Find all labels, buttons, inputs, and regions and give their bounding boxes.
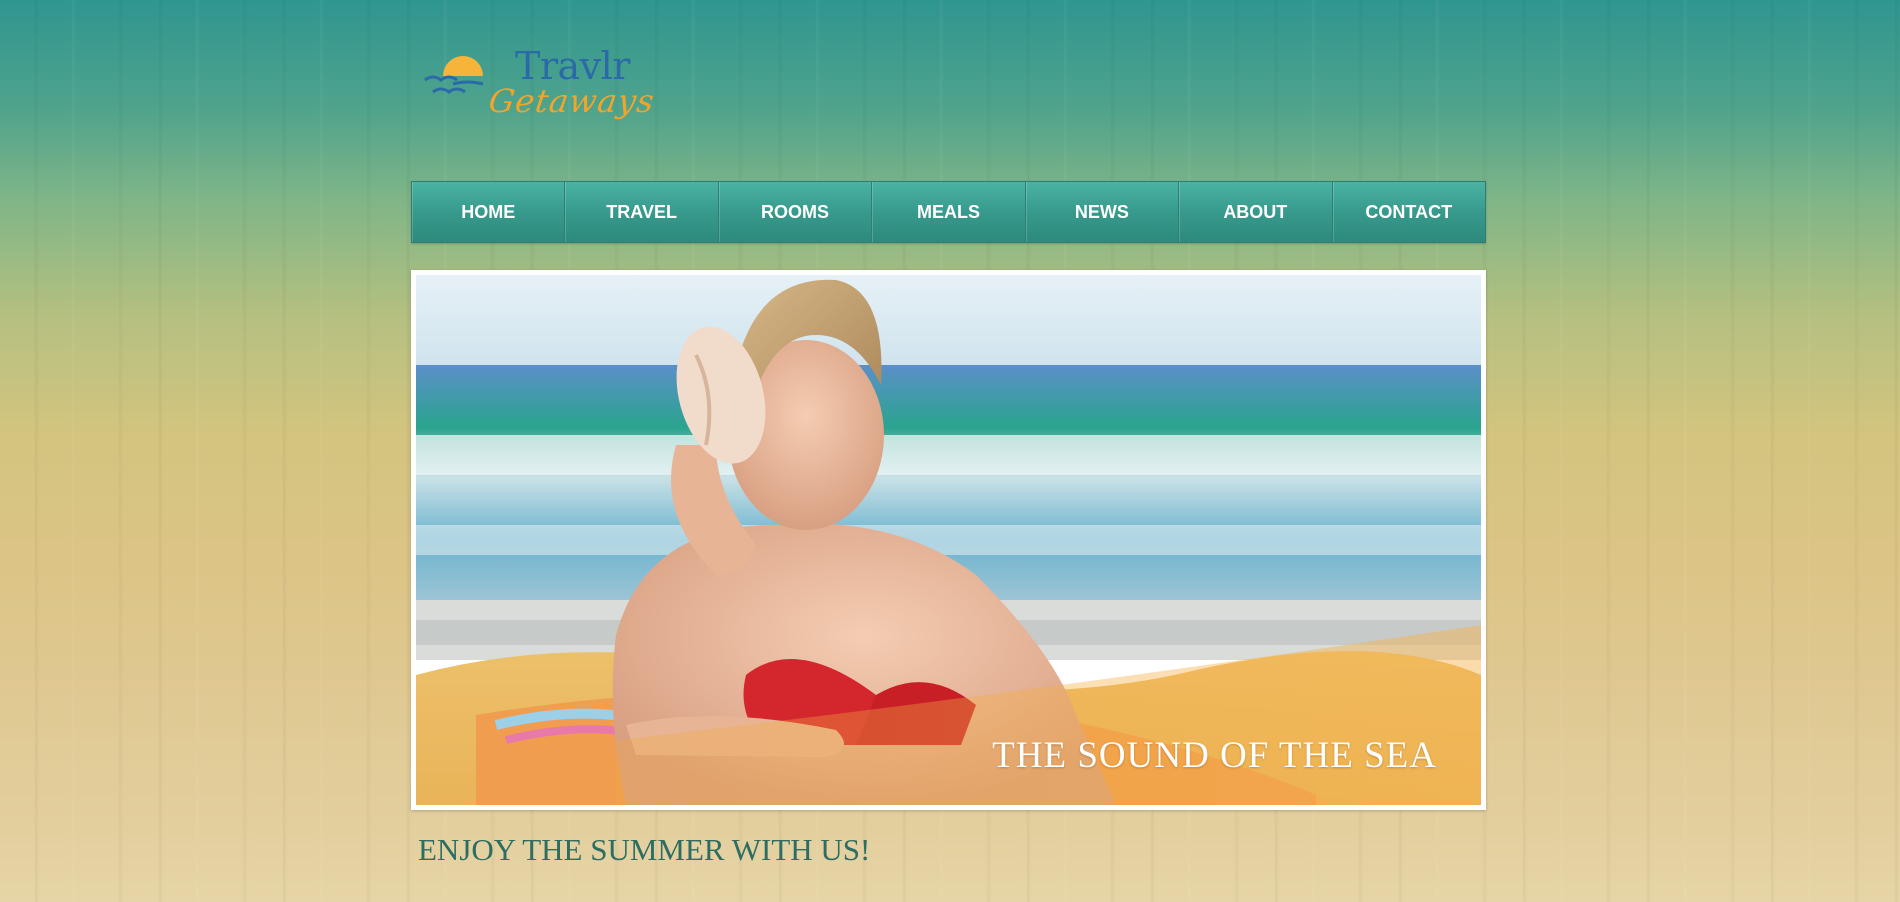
page-container: Travlr Getaways HOME TRAVEL ROOMS MEALS …	[411, 0, 1486, 902]
hero-caption: THE SOUND OF THE SEA	[992, 735, 1437, 776]
page-tagline: ENJOY THE SUMMER WITH US!	[418, 832, 871, 867]
hero-image: THE SOUND OF THE SEA	[416, 275, 1481, 805]
beach-photo	[416, 275, 1481, 805]
logo-text-getaways: Getaways	[486, 82, 658, 120]
nav-item-news[interactable]: NEWS	[1026, 182, 1180, 242]
site-logo[interactable]: Travlr Getaways	[423, 42, 663, 128]
main-navigation: HOME TRAVEL ROOMS MEALS NEWS ABOUT CONTA…	[411, 181, 1486, 243]
hero-banner: THE SOUND OF THE SEA	[411, 270, 1486, 810]
nav-item-meals[interactable]: MEALS	[872, 182, 1026, 242]
nav-item-contact[interactable]: CONTACT	[1333, 182, 1485, 242]
nav-item-about[interactable]: ABOUT	[1179, 182, 1333, 242]
nav-item-rooms[interactable]: ROOMS	[719, 182, 873, 242]
nav-item-home[interactable]: HOME	[412, 182, 566, 242]
nav-item-travel[interactable]: TRAVEL	[565, 182, 719, 242]
